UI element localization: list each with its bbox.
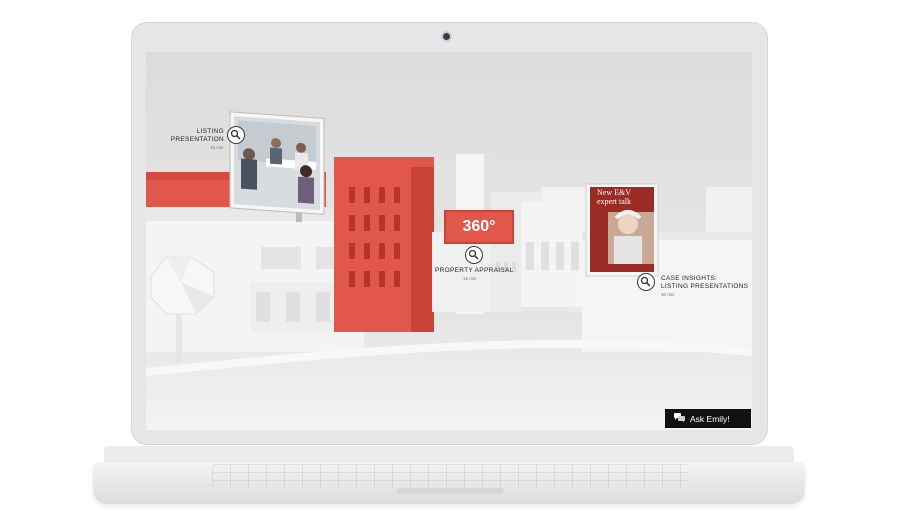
hotspot-listing-line2: PRESENTATION xyxy=(170,135,224,143)
search-icon[interactable] xyxy=(227,126,245,144)
hotspot-listing-label: LISTING PRESENTATION xyxy=(166,128,224,143)
red-building-center xyxy=(334,157,434,332)
app-screen: New E&V expert talk 360° LISTING PRESENT… xyxy=(146,52,752,430)
billboard-title: New E&V expert talk xyxy=(597,188,631,206)
trackpad xyxy=(396,488,504,494)
billboard-title-line2: expert talk xyxy=(597,197,631,206)
webcam xyxy=(443,33,450,40)
hotspot-appraisal-duration: 15 min xyxy=(463,276,477,281)
billboard-title-line1: New E&V xyxy=(597,188,631,197)
hotspot-appraisal-label: PROPERTY APPRAISAL xyxy=(435,267,514,274)
hotspot-listing-line1: LISTING xyxy=(196,128,224,135)
ask-emily-label: Ask Emily! xyxy=(690,413,730,424)
billboard-listing xyxy=(229,111,325,222)
chat-icon xyxy=(674,413,685,424)
hotspot-listing-duration: 15 min xyxy=(210,145,224,150)
search-icon[interactable] xyxy=(465,246,483,264)
keyboard xyxy=(212,464,688,488)
hotspot-insights-label: CASE INSIGHTS: LISTING PRESENTATIONS xyxy=(661,275,748,290)
hotspot-insights-duration: 30 min xyxy=(661,292,675,297)
hotspot-insights-line2: LISTING PRESENTATIONS xyxy=(661,282,749,290)
badge-360[interactable]: 360° xyxy=(444,210,514,244)
hotspot-insights-line1: CASE INSIGHTS: xyxy=(661,275,718,282)
search-icon[interactable] xyxy=(637,273,655,291)
ask-emily-button[interactable]: Ask Emily! xyxy=(665,409,751,428)
